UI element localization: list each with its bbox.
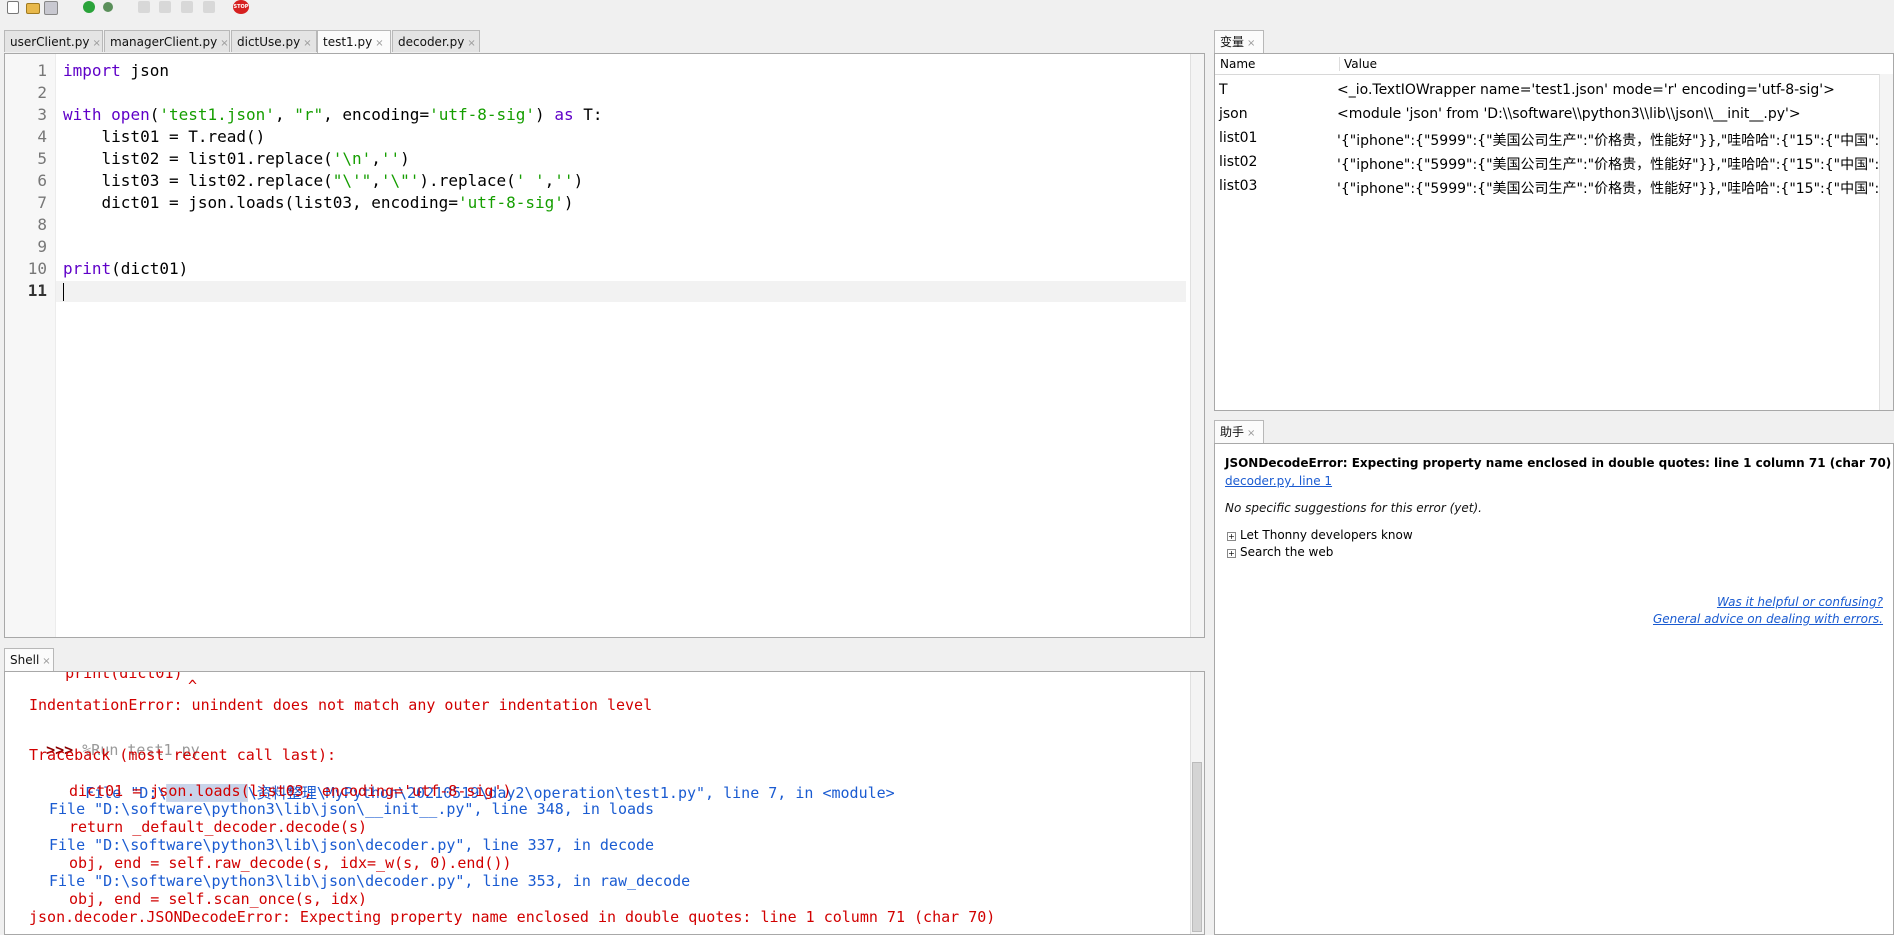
step-out-icon[interactable]	[181, 1, 193, 13]
general-advice-link[interactable]: General advice on dealing with errors.	[1653, 612, 1883, 626]
shell-partial-line: print(dict01)	[29, 671, 183, 682]
close-icon[interactable]: ×	[42, 656, 50, 667]
close-icon[interactable]: ×	[1247, 428, 1255, 439]
expander-developers[interactable]: + Let Thonny developers know	[1227, 528, 1413, 542]
column-name-header[interactable]: Name	[1220, 57, 1255, 71]
feedback-link[interactable]: Was it helpful or confusing?	[1717, 595, 1883, 609]
assistant-no-suggestions: No specific suggestions for this error (…	[1225, 501, 1482, 515]
column-value-header[interactable]: Value	[1339, 57, 1377, 71]
close-icon[interactable]: ×	[1247, 38, 1255, 49]
close-icon[interactable]: ×	[303, 38, 311, 49]
close-icon[interactable]: ×	[375, 38, 383, 49]
final-error: json.decoder.JSONDecodeError: Expecting …	[29, 908, 996, 926]
variables-panel: Name Value T <_io.TextIOWrapper name='te…	[1214, 53, 1894, 411]
editor-scrollbar[interactable]	[1190, 54, 1204, 637]
code-line-4: list01 = T.read()	[63, 127, 266, 146]
assistant-location-link[interactable]: decoder.py, line 1	[1225, 474, 1332, 488]
tab-variables[interactable]: 变量 ×	[1214, 30, 1264, 53]
step-over-icon[interactable]	[138, 1, 150, 13]
line-number: 8	[37, 215, 47, 234]
traceback-file-link[interactable]: File "D:\software\python3\lib\json\decod…	[49, 836, 654, 854]
current-line-highlight	[56, 281, 1186, 302]
plus-box-icon[interactable]: +	[1227, 549, 1236, 558]
code-line-3: with open('test1.json', "r", encoding='u…	[63, 105, 603, 124]
expander-search-web[interactable]: + Search the web	[1227, 545, 1333, 559]
shell-scrollbar[interactable]	[1190, 672, 1204, 934]
code-line-7: dict01 = json.loads(list03, encoding='ut…	[63, 193, 574, 212]
new-file-icon[interactable]	[7, 1, 19, 14]
line-number: 2	[37, 83, 47, 102]
variables-header: Name Value	[1215, 54, 1893, 75]
text-cursor	[63, 283, 64, 301]
traceback-file-link[interactable]: File "D:\software\python3\lib\json\decod…	[49, 872, 690, 890]
traceback-file-link[interactable]: File "D:\software\python3\lib\json\__ini…	[49, 800, 654, 818]
stop-icon[interactable]: STOP	[233, 0, 249, 14]
open-file-icon[interactable]	[26, 3, 40, 14]
shell-scroll-thumb[interactable]	[1192, 762, 1202, 932]
line-number: 4	[37, 127, 47, 146]
code-editor[interactable]: 1 2 3 4 5 6 7 8 9 10 11 import json with…	[4, 53, 1205, 638]
line-number: 10	[27, 259, 47, 278]
shell-indent-error: IndentationError: unindent does not matc…	[29, 696, 653, 714]
tab-dictuse[interactable]: dictUse.py ×	[231, 30, 317, 52]
step-into-icon[interactable]	[159, 1, 171, 13]
traceback-code: return _default_decoder.decode(s)	[69, 818, 368, 836]
traceback-code: obj, end = self.raw_decode(s, idx=_w(s, …	[69, 854, 512, 872]
code-line-1: import json	[63, 61, 169, 80]
run-icon[interactable]	[83, 1, 95, 13]
close-icon[interactable]: ×	[467, 38, 475, 49]
assistant-panel: JSONDecodeError: Expecting property name…	[1214, 443, 1894, 935]
tab-shell[interactable]: Shell ×	[4, 648, 54, 671]
tab-userclient[interactable]: userClient.py ×	[4, 30, 103, 52]
line-number: 5	[37, 149, 47, 168]
tab-decoder[interactable]: decoder.py ×	[392, 30, 480, 52]
variables-scrollbar[interactable]	[1879, 74, 1893, 410]
traceback-code: obj, end = self.scan_once(s, idx)	[69, 890, 368, 908]
tab-test1[interactable]: test1.py ×	[317, 30, 391, 53]
close-icon[interactable]: ×	[220, 38, 228, 49]
shell-console[interactable]: print(dict01) ^ IndentationError: uninde…	[4, 671, 1205, 935]
code-line-10: print(dict01)	[63, 259, 189, 278]
line-gutter: 1 2 3 4 5 6 7 8 9 10 11	[5, 54, 56, 637]
line-number: 3	[37, 105, 47, 124]
plus-box-icon[interactable]: +	[1227, 532, 1236, 541]
line-number: 7	[37, 193, 47, 212]
line-number: 9	[37, 237, 47, 256]
assistant-error-title: JSONDecodeError: Expecting property name…	[1225, 456, 1892, 470]
tab-managerclient[interactable]: managerClient.py ×	[104, 30, 230, 52]
toolbar: STOP	[0, 0, 1894, 16]
line-number: 6	[37, 171, 47, 190]
resume-icon[interactable]	[203, 1, 215, 13]
save-icon[interactable]	[44, 1, 58, 15]
line-number: 11	[27, 281, 47, 300]
tab-assistant[interactable]: 助手 ×	[1214, 420, 1264, 443]
traceback-code: dict01 = json.loads(list03, encoding='ut…	[69, 782, 512, 800]
traceback-header: Traceback (most recent call last):	[29, 746, 337, 764]
debug-icon[interactable]	[103, 2, 113, 12]
close-icon[interactable]: ×	[92, 38, 100, 49]
line-number: 1	[37, 61, 47, 80]
code-line-5: list02 = list01.replace('\n','')	[63, 149, 410, 168]
shell-caret: ^	[188, 677, 198, 695]
code-line-6: list03 = list02.replace("\'",'\"').repla…	[63, 171, 584, 190]
